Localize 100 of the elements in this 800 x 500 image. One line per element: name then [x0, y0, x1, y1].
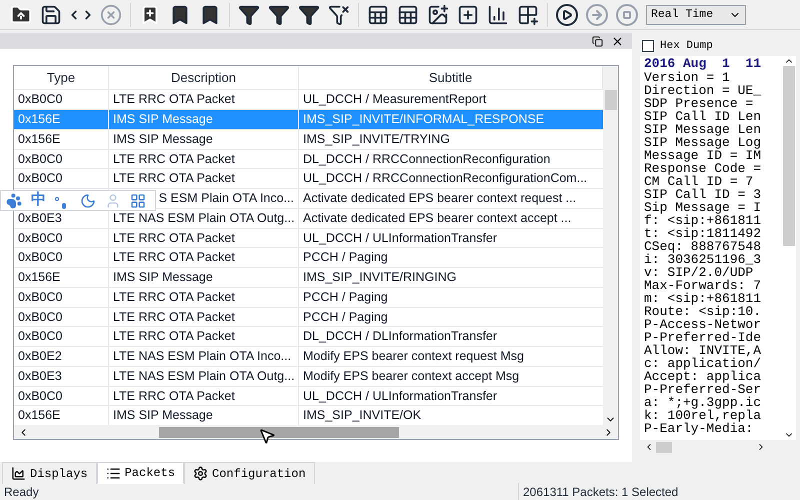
- table-cell-text: IMS_SIP_INVITE/RINGING: [303, 269, 457, 286]
- chart-icon: [11, 466, 26, 481]
- table-cell-text: 0xB0E3: [18, 210, 62, 227]
- table-cell-text: IMS SIP Message: [113, 111, 213, 128]
- detail-line: SDP Presence =: [644, 97, 754, 110]
- detail-line: f: <sip:+861811: [644, 214, 762, 227]
- table-cell-text: LTE NAS ESM Plain OTA Inco...: [113, 348, 292, 365]
- status-text: 2061311 Packets: 1 Selected: [518, 483, 678, 500]
- table-row[interactable]: 0xB0E2 LTE NAS ESM Plain OTA Inco... Modify EPS bearer context request Msg: [14, 346, 603, 366]
- table-cell-text: PCCH / Paging: [303, 249, 388, 266]
- detail-line: P-Early-Media:: [644, 422, 754, 435]
- detail-line: CM Call ID = 7: [644, 175, 754, 188]
- detail-line: Route: <sip:10.: [644, 305, 762, 318]
- table-row[interactable]: 0x156E IMS SIP Message IMS_SIP_INVITE/TRYING: [14, 128, 603, 148]
- table-row[interactable]: 0xB0C0 LTE RRC OTA Packet PCCH / Paging: [14, 306, 603, 326]
- table-row[interactable]: 0x156E IMS SIP Message IMS_SIP_INVITE/RINGING: [14, 267, 603, 287]
- vertical-scrollbar[interactable]: [603, 66, 618, 425]
- detail-line: m: <sip:+861811: [644, 292, 762, 305]
- mouse-cursor-icon: [258, 427, 276, 445]
- table-cell-text: IMS SIP Message: [113, 407, 213, 424]
- table-cell-text: 0xB0C0: [18, 230, 62, 246]
- list-icon: [106, 466, 121, 480]
- table-cell-text: Modify EPS bearer context request Msg: [303, 348, 524, 365]
- detail-line: SIP Call ID = 3: [644, 188, 762, 201]
- table-cell-text: 0xB0C0: [18, 288, 62, 306]
- detail-line: v: SIP/2.0/UDP: [644, 266, 754, 279]
- mode-dropdown[interactable]: Real Time: [646, 4, 746, 24]
- table-cell-text: LTE NAS ESM Plain OTA Outg...: [113, 210, 295, 227]
- detail-line: P-Preferred-Ser: [644, 383, 762, 396]
- scroll-thumb[interactable]: [656, 442, 672, 452]
- paw-icon[interactable]: [6, 192, 22, 208]
- table-cell-text: Activate dedicated EPS bearer context accept ...: [303, 210, 572, 227]
- moon-icon[interactable]: [80, 192, 96, 208]
- table-row[interactable]: 0xB0C0 LTE RRC OTA Packet UL_DCCH / ULInformationTransfer: [14, 386, 603, 406]
- column-header[interactable]: Type: [14, 66, 109, 90]
- detail-line: SIP Message Len: [644, 123, 762, 136]
- table-cell-text: UL_DCCH / ULInformationTransfer: [303, 230, 498, 246]
- table-cell-text: LTE RRC OTA Packet: [113, 170, 235, 188]
- table-cell-text: PCCH / Paging: [303, 308, 388, 326]
- table-cell-text: IMS_SIP_INVITE/INFORMAL_RESPONSE: [303, 111, 544, 128]
- grid-icon[interactable]: [130, 192, 146, 208]
- table-cell-text: LTE RRC OTA Packet: [113, 308, 235, 326]
- table-cell-text: 0xB0E3: [18, 368, 62, 385]
- table-cell-text: UL_DCCH / RRCConnectionReconfigurationCom...: [303, 170, 588, 188]
- status-text: Ready: [3, 484, 40, 500]
- scroll-thumb[interactable]: [159, 426, 399, 438]
- table-cell-text: IMS_SIP_INVITE/TRYING: [303, 130, 450, 148]
- detail-line: Accept: applica: [644, 370, 762, 383]
- table-cell-text: 0xB0C0: [18, 150, 62, 168]
- scroll-thumb[interactable]: [783, 66, 795, 246]
- detail-line: Sip Message = I: [644, 201, 762, 214]
- checkbox-label: Hex Dump: [660, 38, 713, 54]
- table-cell-text: LTE RRC OTA Packet: [113, 328, 235, 346]
- table-cell-text: IMS_SIP_INVITE/OK: [303, 407, 422, 424]
- table-cell-text: 0xB0C0: [18, 91, 62, 108]
- table-cell-text: IMS SIP Message: [113, 130, 213, 148]
- table-cell-text: S ESM Plain OTA Inco...: [158, 190, 294, 207]
- detail-line: SIP Message Log: [644, 136, 762, 149]
- table-cell-text: LTE RRC OTA Packet: [113, 230, 235, 246]
- table-cell-text: 0x156E: [18, 111, 60, 128]
- table-row[interactable]: 0xB0C0 LTE RRC OTA Packet PCCH / Paging: [14, 286, 603, 306]
- detail-line: P-Preferred-Ide: [644, 331, 762, 344]
- table-cell-text: IMS SIP Message: [113, 269, 213, 286]
- table-cell-text: LTE RRC OTA Packet: [113, 249, 235, 266]
- restore-icon[interactable]: [592, 36, 603, 46]
- table-row[interactable]: 0xB0C0 LTE RRC OTA Packet PCCH / Paging: [14, 247, 603, 267]
- horizontal-scrollbar[interactable]: [14, 425, 618, 439]
- bottom-tab[interactable]: Displays: [2, 462, 97, 484]
- table-cell-text: DL_DCCH / RRCConnectionReconfiguration: [303, 150, 550, 168]
- table-cell-text: LTE NAS ESM Plain OTA Outg...: [113, 368, 295, 385]
- bottom-tab[interactable]: Packets: [96, 462, 184, 484]
- detail-line: Message ID = IM: [644, 149, 762, 162]
- table-cell-text: LTE RRC OTA Packet: [113, 150, 235, 168]
- close-icon[interactable]: [611, 34, 624, 48]
- detail-line: Max-Forwards: 7: [644, 279, 762, 292]
- table-row[interactable]: 0xB0C0 LTE RRC OTA Packet UL_DCCH / ULInformationTransfer: [14, 228, 603, 248]
- detail-line: SIP Call ID Len: [644, 110, 762, 123]
- detail-line: a: *;+g.3gpp.ic: [644, 396, 762, 409]
- gear-icon: [193, 466, 208, 481]
- table-cell-text: DL_DCCH / DLInformationTransfer: [303, 328, 498, 346]
- detail-line: Version = 1: [644, 71, 731, 84]
- column-header[interactable]: Description: [109, 66, 299, 90]
- table-cell-text: PCCH / Paging: [303, 288, 388, 306]
- table-cell-text: Modify EPS bearer context accept Msg: [303, 368, 520, 385]
- table-cell-text: 0xB0C0: [18, 249, 62, 266]
- table-cell-text: 0xB0C0: [18, 170, 62, 188]
- detail-heading: 2016 Aug 1 11: [644, 57, 762, 70]
- bottom-tab[interactable]: Configuration: [184, 462, 315, 484]
- table-cell-text: 0x156E: [18, 407, 60, 424]
- table-row[interactable]: 0xB0C0 LTE RRC OTA Packet UL_DCCH / RRCConnectionReconfigurationCom...: [14, 168, 603, 188]
- table-row[interactable]: 0xB0C0 LTE RRC OTA Packet DL_DCCH / DLInformationTransfer: [14, 326, 603, 346]
- table-cell-text: LTE RRC OTA Packet: [113, 288, 235, 306]
- table-row[interactable]: 0xB0E3 LTE NAS ESM Plain OTA Outg... Modify EPS bearer context accept Msg: [14, 366, 603, 386]
- hex-dump-checkbox[interactable]: [642, 40, 654, 52]
- table-row[interactable]: 0xB0C0 LTE RRC OTA Packet DL_DCCH / RRCConnectionReconfiguration: [14, 148, 603, 168]
- detail-line: Allow: INVITE,A: [644, 344, 762, 357]
- scroll-thumb[interactable]: [604, 90, 616, 110]
- table-cell-text: LTE RRC OTA Packet: [113, 91, 235, 108]
- detail-line: P-Access-Networ: [644, 318, 762, 331]
- detail-line: Response Code =: [644, 162, 762, 175]
